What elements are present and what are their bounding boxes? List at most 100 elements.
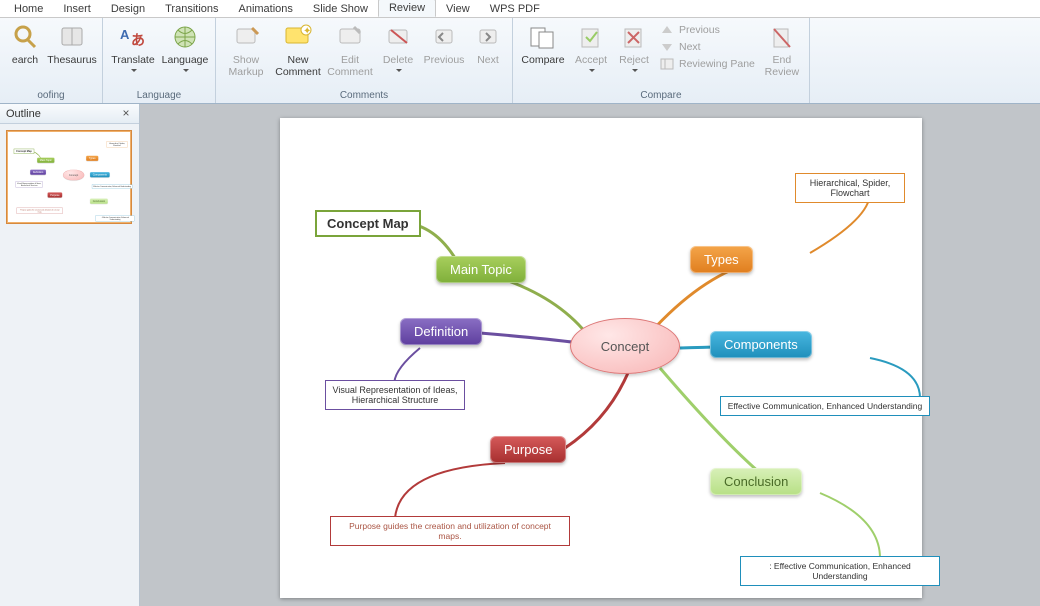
tab-slideshow[interactable]: Slide Show (303, 1, 378, 17)
node-definition[interactable]: Definition (30, 170, 46, 175)
tab-animations[interactable]: Animations (229, 1, 303, 17)
end-review-label: End Review (763, 54, 801, 78)
compare-label: Compare (521, 54, 564, 66)
new-comment-icon: ✦ (283, 22, 313, 52)
research-label: earch (12, 54, 38, 66)
note-conclusion[interactable]: : Effective Communication, Enhanced Unde… (96, 216, 135, 222)
node-definition[interactable]: Definition (400, 318, 482, 345)
note-components[interactable]: Effective Communication, Enhanced Unders… (720, 396, 930, 416)
tab-wpspdf[interactable]: WPS PDF (480, 1, 550, 17)
node-types[interactable]: Types (690, 246, 753, 273)
center-node[interactable]: Concept (63, 170, 84, 181)
up-arrow-icon (659, 23, 675, 37)
prev-comment-button[interactable]: Previous (422, 20, 466, 66)
node-conclusion[interactable]: Conclusion (90, 199, 108, 204)
workspace: Outline × (0, 104, 1040, 606)
language-icon (170, 22, 200, 52)
slides-panel: Outline × (0, 104, 140, 606)
compare-next[interactable]: Next (657, 39, 757, 55)
thumb-wrap: Concept Map Concept Main Topic Definitio… (0, 124, 139, 230)
note-types[interactable]: Hierarchical, Spider, Flowchart (795, 173, 905, 203)
compare-icon (528, 22, 558, 52)
center-label: Concept (69, 174, 78, 177)
end-review-button[interactable]: End Review (761, 20, 803, 78)
delete-comment-button[interactable]: Delete (378, 20, 418, 78)
title-box[interactable]: Concept Map (14, 149, 34, 154)
reviewing-pane-label: Reviewing Pane (679, 58, 755, 70)
node-main-topic[interactable]: Main Topic (37, 158, 54, 163)
tab-design[interactable]: Design (101, 1, 155, 17)
edit-comment-label: Edit Comment (327, 54, 373, 78)
next-comment-label: Next (477, 54, 499, 66)
node-components[interactable]: Components (90, 172, 110, 177)
down-arrow-icon (659, 40, 675, 54)
new-comment-button[interactable]: ✦ New Comment (274, 20, 322, 78)
end-review-icon (767, 22, 797, 52)
node-types[interactable]: Types (86, 156, 98, 161)
reviewing-pane[interactable]: Reviewing Pane (657, 56, 757, 72)
note-definition[interactable]: Visual Representation of Ideas, Hierarch… (16, 182, 43, 188)
tab-review[interactable]: Review (378, 0, 436, 17)
tab-insert[interactable]: Insert (53, 1, 101, 17)
new-comment-label: New Comment (275, 54, 321, 78)
note-conclusion[interactable]: : Effective Communication, Enhanced Unde… (740, 556, 940, 586)
slide-thumbnail[interactable]: Concept Map Concept Main Topic Definitio… (6, 130, 132, 224)
reject-label: Reject (617, 54, 651, 78)
accept-label: Accept (573, 54, 609, 78)
node-conclusion[interactable]: Conclusion (710, 468, 802, 495)
compare-button[interactable]: Compare (519, 20, 567, 66)
language-button[interactable]: Language (161, 20, 209, 78)
language-label: Language (162, 54, 209, 78)
svg-text:✦: ✦ (303, 26, 311, 37)
group-compare-label: Compare (519, 89, 803, 103)
thesaurus-button[interactable]: Thesaurus (48, 20, 96, 66)
node-purpose[interactable]: Purpose (48, 192, 63, 197)
compare-prev-label: Previous (679, 24, 720, 36)
svg-text:A: A (120, 27, 130, 42)
group-proofing-label: oofing (6, 89, 96, 103)
compare-nav: Previous Next Reviewing Pane (657, 20, 757, 72)
note-purpose[interactable]: Purpose guides the creation and utilizat… (17, 208, 63, 214)
tab-home[interactable]: Home (4, 1, 53, 17)
prev-comment-label: Previous (424, 54, 465, 66)
canvas-area[interactable]: Concept Map Concept Main Topic Definitio… (140, 104, 1040, 606)
delete-comment-icon (383, 22, 413, 52)
menu-tabs: Home Insert Design Transitions Animation… (0, 0, 1040, 18)
node-main-topic[interactable]: Main Topic (436, 256, 526, 283)
thesaurus-label: Thesaurus (47, 54, 97, 66)
edit-comment-button[interactable]: Edit Comment (326, 20, 374, 78)
research-icon (10, 22, 40, 52)
title-box[interactable]: Concept Map (315, 210, 421, 237)
note-purpose[interactable]: Purpose guides the creation and utilizat… (330, 516, 570, 546)
accept-icon (576, 22, 606, 52)
slide[interactable]: Concept Map Concept Main Topic Definitio… (280, 118, 922, 598)
group-language: Aあ Translate Language Language (103, 18, 216, 103)
note-components[interactable]: Effective Communication, Enhanced Unders… (92, 185, 133, 189)
thesaurus-icon (57, 22, 87, 52)
translate-button[interactable]: Aあ Translate (109, 20, 157, 78)
next-comment-button[interactable]: Next (470, 20, 506, 66)
center-label: Concept (601, 339, 649, 354)
research-button[interactable]: earch (6, 20, 44, 66)
panel-tab-outline[interactable]: Outline (6, 108, 41, 120)
edit-comment-icon (335, 22, 365, 52)
group-comments-label: Comments (222, 89, 506, 103)
show-markup-label: Show Markup (224, 54, 268, 78)
show-markup-button[interactable]: Show Markup (222, 20, 270, 78)
note-types[interactable]: Hierarchical, Spider, Flowchart (106, 142, 127, 148)
tab-view[interactable]: View (436, 1, 480, 17)
node-components[interactable]: Components (710, 331, 812, 358)
svg-text:あ: あ (131, 32, 145, 48)
panel-tabs: Outline × (0, 104, 139, 124)
reject-button[interactable]: Reject (615, 20, 653, 78)
show-markup-icon (231, 22, 261, 52)
tab-transitions[interactable]: Transitions (155, 1, 228, 17)
panel-close-button[interactable]: × (119, 107, 133, 121)
node-purpose[interactable]: Purpose (490, 436, 566, 463)
note-definition[interactable]: Visual Representation of Ideas, Hierarch… (325, 380, 465, 410)
center-node[interactable]: Concept (570, 318, 680, 374)
connectors (7, 131, 65, 160)
compare-prev[interactable]: Previous (657, 22, 757, 38)
accept-button[interactable]: Accept (571, 20, 611, 78)
compare-next-label: Next (679, 41, 701, 53)
